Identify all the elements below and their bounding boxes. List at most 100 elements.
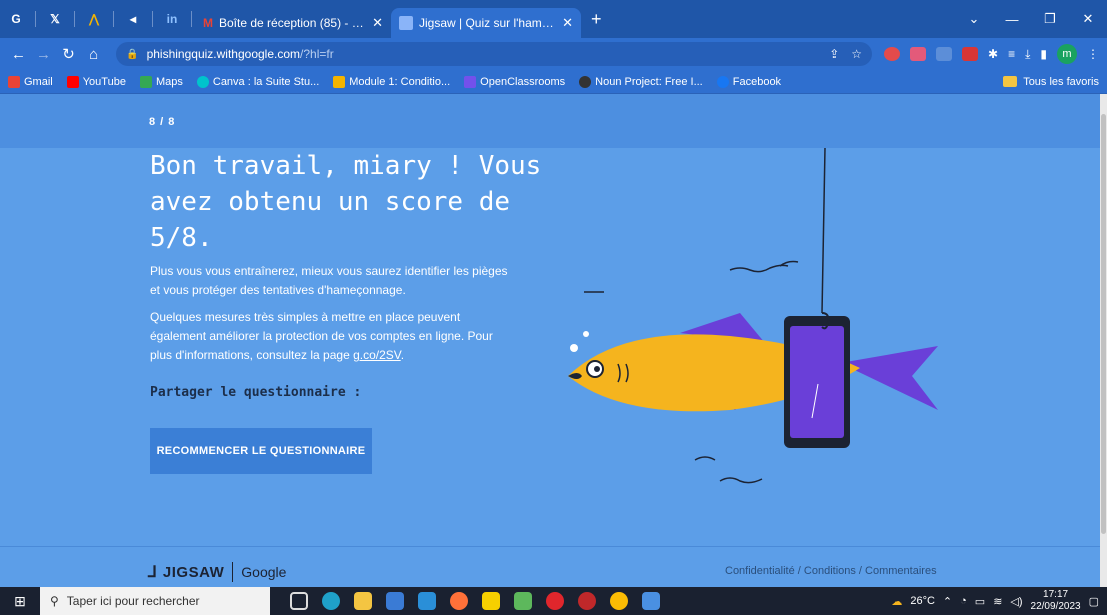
linkedin-pinned-tab-icon[interactable]: in: [160, 7, 184, 31]
google-pinned-tab-icon[interactable]: G: [4, 7, 28, 31]
bookmark-star-icon[interactable]: ☆: [851, 47, 862, 61]
tab-separator: [74, 11, 75, 27]
restore-button[interactable]: ❐: [1031, 11, 1069, 27]
footer-separator: /: [855, 565, 866, 577]
tray-chevron-icon[interactable]: ⌃: [943, 595, 952, 608]
restart-quiz-button[interactable]: RECOMMENCER LE QUESTIONNAIRE: [150, 428, 372, 474]
bookmark-youtube[interactable]: YouTube: [66, 75, 126, 88]
download-icon[interactable]: ⤓: [1025, 47, 1030, 62]
task-view-icon[interactable]: [290, 592, 308, 610]
norton-icon[interactable]: [482, 592, 500, 610]
network-icon[interactable]: ◔: [960, 595, 967, 607]
adblock-extension-icon[interactable]: [884, 47, 901, 61]
volume-icon[interactable]: ◁): [1010, 595, 1022, 608]
browser-toolbar: ← → ↻ ⌂ 🔒 phishingquiz.withgoogle.com /?…: [0, 38, 1107, 70]
bookmark-label: OpenClassrooms: [480, 75, 566, 88]
taskbar-search-placeholder: Taper ici pour rechercher: [66, 594, 200, 608]
window-controls: ⌄ — ❐ ✕: [955, 0, 1107, 38]
module-pinned-tab-icon[interactable]: ⋀: [82, 7, 106, 31]
bookmark-noun-project[interactable]: Noun Project: Free I...: [579, 75, 703, 88]
taskbar-clock[interactable]: 17:17 22/09/2023: [1031, 589, 1081, 613]
edge-icon[interactable]: [322, 592, 340, 610]
page-scrollbar[interactable]: [1100, 94, 1107, 587]
record-icon[interactable]: [578, 592, 596, 610]
home-button[interactable]: ⌂: [83, 46, 104, 63]
feedback-link[interactable]: Commentaires: [865, 565, 937, 577]
share-icon[interactable]: ⇪: [829, 47, 839, 61]
ellipsis-extension-icon[interactable]: [962, 47, 979, 61]
footer-links: Confidentialité / Conditions / Commentai…: [725, 565, 937, 577]
notifications-icon[interactable]: ▢: [1089, 595, 1099, 608]
bookmark-maps[interactable]: Maps: [139, 75, 183, 88]
minimize-button[interactable]: —: [993, 12, 1031, 27]
bookmark-gmail[interactable]: Gmail: [8, 75, 53, 88]
module-icon: [333, 75, 346, 88]
weather-temp[interactable]: 26°C: [910, 595, 935, 607]
jigsaw-google-logo[interactable]: ⅃ JIGSAW Google: [148, 562, 286, 582]
opera-icon[interactable]: [546, 592, 564, 610]
new-tab-button[interactable]: +: [591, 9, 602, 30]
menu-kebab-icon[interactable]: ⋮: [1087, 47, 1099, 61]
close-tab-icon[interactable]: ✕: [372, 15, 383, 31]
folder-icon: [1003, 76, 1018, 87]
mail-icon[interactable]: [418, 592, 436, 610]
bubble: [570, 344, 578, 352]
jigsaw-brand: JIGSAW: [162, 563, 225, 581]
notepad-icon[interactable]: [514, 592, 532, 610]
taskbar-apps: [290, 592, 660, 610]
side-panel-icon[interactable]: ▮: [1040, 47, 1047, 61]
bookmark-canva[interactable]: Canva : la Suite Stu...: [196, 75, 320, 88]
jigsaw-logo-icon: ⅃: [148, 564, 157, 581]
reading-list-icon[interactable]: ≡: [1008, 47, 1015, 61]
tab-gmail[interactable]: M Boîte de réception (85) - miarinia ✕: [195, 8, 391, 38]
two-step-verification-link[interactable]: g.co/2SV: [353, 348, 401, 362]
document-icon[interactable]: [642, 592, 660, 610]
screenshot-extension-icon[interactable]: [936, 47, 953, 61]
terms-link[interactable]: Conditions: [804, 565, 856, 577]
tab-separator: [191, 11, 192, 27]
bookmark-label: Canva : la Suite Stu...: [212, 75, 320, 88]
bookmarks-bar: Gmail YouTube Maps Canva : la Suite Stu.…: [0, 70, 1107, 94]
search-icon: ⚲: [50, 594, 59, 608]
address-bar[interactable]: 🔒 phishingquiz.withgoogle.com /?hl=fr ⇪ …: [116, 42, 873, 66]
audio-pinned-tab-icon[interactable]: ◂: [121, 7, 145, 31]
practice-paragraph: Plus vous vous entraînerez, mieux vous s…: [150, 264, 508, 297]
close-window-button[interactable]: ✕: [1069, 11, 1107, 27]
battery-icon[interactable]: ▭: [975, 595, 985, 608]
noun-project-icon: [579, 75, 592, 88]
privacy-link[interactable]: Confidentialité: [725, 565, 795, 577]
bookmark-module[interactable]: Module 1: Conditio...: [333, 75, 450, 88]
bookmark-label: Facebook: [732, 75, 782, 88]
camera-extension-icon[interactable]: [910, 47, 927, 61]
bookmark-facebook[interactable]: Facebook: [716, 75, 782, 88]
reload-button[interactable]: ↻: [58, 45, 79, 63]
windows-start-icon[interactable]: ⊞: [0, 587, 40, 615]
share-label: Partager le questionnaire :: [150, 385, 362, 400]
windows-taskbar: ⊞ ⚲ Taper ici pour rechercher ☁ 26°C ⌃ ◔…: [0, 587, 1107, 615]
security-paragraph-text: Quelques mesures très simples à mettre e…: [150, 310, 493, 362]
tab-title: Boîte de réception (85) - miarinia: [219, 16, 366, 30]
wifi-icon[interactable]: ≋: [993, 595, 1002, 608]
tab-title: Jigsaw | Quiz sur l'hameçonnage: [419, 16, 556, 30]
extensions-area: ✱ ≡ ⤓ ▮ m ⋮: [884, 44, 1099, 64]
chrome-icon[interactable]: [610, 592, 628, 610]
firefox-icon[interactable]: [450, 592, 468, 610]
tab-search-icon[interactable]: ⌄: [955, 11, 993, 27]
puzzle-extensions-icon[interactable]: ✱: [988, 47, 998, 61]
all-bookmarks[interactable]: Tous les favoris: [1003, 76, 1099, 88]
bubble: [583, 331, 589, 337]
taskbar-search[interactable]: ⚲ Taper ici pour rechercher: [40, 587, 270, 615]
x-pinned-tab-icon[interactable]: 𝕏: [43, 7, 67, 31]
tab-jigsaw-quiz[interactable]: Jigsaw | Quiz sur l'hameçonnage ✕: [391, 8, 581, 38]
file-explorer-icon[interactable]: [354, 592, 372, 610]
water-wave: [729, 264, 789, 273]
lock-icon[interactable]: 🔒: [126, 49, 138, 60]
close-tab-icon[interactable]: ✕: [562, 15, 573, 31]
forward-button[interactable]: →: [33, 46, 54, 63]
store-icon[interactable]: [386, 592, 404, 610]
scrollbar-thumb[interactable]: [1101, 114, 1106, 534]
bookmark-openclassrooms[interactable]: OpenClassrooms: [464, 75, 566, 88]
profile-avatar[interactable]: m: [1057, 44, 1078, 64]
back-button[interactable]: ←: [8, 46, 29, 63]
gmail-icon: [8, 75, 20, 88]
